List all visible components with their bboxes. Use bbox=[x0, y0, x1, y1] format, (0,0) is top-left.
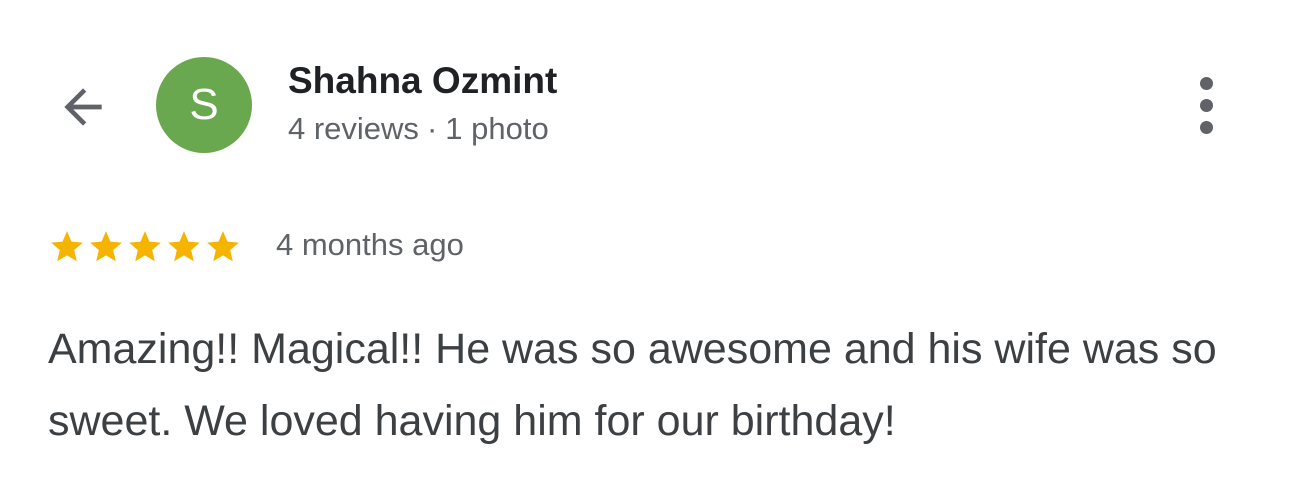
arrow-back-icon bbox=[64, 88, 102, 126]
review-text: Amazing!! Magical!! He was so awesome an… bbox=[48, 325, 1217, 445]
star-rating bbox=[48, 228, 242, 266]
back-button[interactable] bbox=[52, 76, 114, 138]
star-icon bbox=[90, 231, 122, 262]
star-icon bbox=[51, 231, 83, 262]
avatar-initial: S bbox=[189, 80, 219, 129]
reviewer-name[interactable]: Shahna Ozmint bbox=[288, 60, 557, 102]
avatar[interactable]: S bbox=[156, 57, 252, 153]
reviewer-stats: 4 reviews · 1 photo bbox=[288, 111, 549, 147]
more-vert-icon bbox=[1199, 76, 1213, 134]
meta-separator: · bbox=[426, 111, 438, 146]
photos-count: 1 photo bbox=[445, 111, 549, 146]
star-icon bbox=[129, 231, 161, 262]
review-time: 4 months ago bbox=[276, 227, 464, 262]
star-icon bbox=[168, 231, 200, 262]
reviews-count: 4 reviews bbox=[288, 111, 419, 146]
star-icon bbox=[207, 231, 239, 262]
more-options-button[interactable] bbox=[1180, 75, 1232, 135]
